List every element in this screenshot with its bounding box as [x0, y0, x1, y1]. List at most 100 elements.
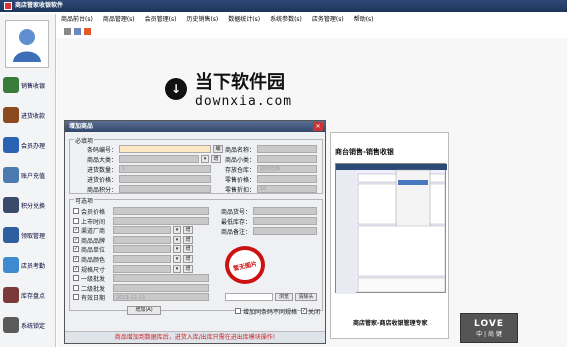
menu-item[interactable]: 店务管理(s): [307, 14, 349, 26]
add-category-button[interactable]: 增: [211, 155, 221, 163]
optional-field-label: 一级批发: [81, 276, 106, 284]
clear-image-button[interactable]: 清除头: [295, 293, 317, 301]
optional-field-input[interactable]: [113, 245, 171, 254]
image-path-field[interactable]: [225, 293, 273, 301]
optional-checkbox[interactable]: [73, 217, 79, 224]
optional-checkbox[interactable]: ✓: [73, 265, 79, 272]
optional-checkbox[interactable]: ✓: [73, 227, 79, 234]
menu-item[interactable]: 会员管理(s): [140, 14, 182, 26]
add-option-button[interactable]: 增: [183, 226, 193, 235]
chevron-down-icon[interactable]: ▾: [201, 155, 209, 163]
optional-field-label: 商品单位: [81, 247, 106, 255]
chevron-down-icon[interactable]: ▾: [173, 255, 181, 263]
required-field-input[interactable]: [257, 155, 317, 163]
sidebar-item-label: 积分兑换: [21, 202, 46, 210]
close-icon[interactable]: ✕: [313, 122, 323, 131]
optional-field-input[interactable]: [113, 216, 209, 225]
same-barcode-label: 增加同条码不同规格: [243, 309, 298, 316]
optional-field-input[interactable]: [113, 264, 171, 273]
barcode-generate-button[interactable]: 编: [213, 145, 223, 153]
menu-item[interactable]: 数据统计(s): [223, 14, 265, 26]
sidebar-item[interactable]: 账户充值: [3, 162, 55, 188]
optional-checkbox[interactable]: [73, 275, 79, 282]
sidebar-item[interactable]: 进货收款: [3, 102, 55, 128]
optional-field-input[interactable]: [253, 227, 317, 235]
shield-icon: [3, 227, 19, 243]
required-field-input[interactable]: [257, 175, 317, 183]
optional-field-input[interactable]: [253, 207, 317, 215]
optional-checkbox[interactable]: ✓: [73, 236, 79, 243]
brand-logo-bottom: 中 | 尚 键: [476, 330, 502, 338]
same-barcode-checkbox[interactable]: [235, 308, 241, 314]
quick-toolbar: [64, 28, 91, 35]
required-field-input[interactable]: [119, 165, 211, 173]
optional-checkbox[interactable]: ✓: [73, 246, 79, 253]
sidebar-item-label: 领取管理: [21, 232, 46, 240]
chevron-down-icon[interactable]: ▾: [173, 264, 181, 273]
required-field-input[interactable]: [119, 145, 211, 153]
sidebar-item-label: 销售收银: [21, 82, 46, 90]
sidebar-item[interactable]: 领取管理: [3, 222, 55, 248]
toolbar-button[interactable]: [84, 28, 91, 35]
required-field-label: 条码编号：: [86, 147, 117, 154]
menu-item[interactable]: 系统参数(s): [265, 14, 307, 26]
optional-field-input[interactable]: [113, 274, 209, 283]
optional-checkbox[interactable]: ✓: [73, 256, 79, 262]
sidebar-item-label: 账户充值: [21, 172, 46, 180]
optional-checkbox[interactable]: [73, 208, 79, 214]
close-after-checkbox[interactable]: ✓: [301, 308, 307, 314]
cash-register-icon: [3, 77, 19, 93]
optional-field-input[interactable]: [113, 226, 171, 235]
browse-button[interactable]: 浏览: [275, 293, 293, 301]
no-image-text: 暂无图片: [232, 260, 258, 272]
required-field-label: 商品大类：: [86, 157, 117, 164]
optional-checkbox[interactable]: [73, 284, 79, 291]
required-field-input[interactable]: [119, 155, 199, 163]
sidebar-item[interactable]: 会员办理: [3, 132, 55, 158]
sidebar-item[interactable]: 销售收银: [3, 72, 55, 98]
toolbar-button[interactable]: [74, 28, 81, 35]
brand-logo: LOVE 中 | 尚 键: [460, 313, 518, 343]
menu-item[interactable]: 商品管理(s): [98, 14, 140, 26]
promo-footer: 商店管家-商店收银管理专家: [353, 320, 428, 327]
add-option-button[interactable]: 增: [183, 235, 193, 244]
menu-item[interactable]: 商品前台(s): [56, 14, 98, 26]
toolbar-button[interactable]: [64, 28, 71, 35]
optional-checkbox[interactable]: [73, 294, 79, 301]
user-avatar[interactable]: [5, 20, 49, 68]
promo-title: 商台销售-销售收银: [335, 148, 394, 156]
optional-field-input[interactable]: [113, 283, 209, 292]
lock-icon: [3, 317, 19, 333]
sidebar-item[interactable]: 店员考勤: [3, 252, 55, 278]
optional-field-input[interactable]: [113, 235, 171, 244]
chevron-down-icon[interactable]: ▾: [173, 245, 181, 254]
add-button[interactable]: 增加(A): [127, 306, 161, 315]
add-option-button[interactable]: 增: [183, 264, 193, 273]
menu-item[interactable]: 帮助(s): [349, 14, 379, 26]
sidebar-item[interactable]: 积分兑换: [3, 192, 55, 218]
optional-field-input[interactable]: [113, 255, 171, 263]
required-field-input[interactable]: [119, 185, 211, 193]
add-option-button[interactable]: 增: [183, 255, 193, 263]
promo-screenshot: [335, 163, 447, 294]
sidebar-item[interactable]: 库存盘点: [3, 282, 55, 308]
discount-value: 10: [260, 186, 267, 192]
add-product-dialog: 增加商品 ✕ 必填项 可选项 暂无图片 浏览 清除头 增加(A) 增加同条码不同规…: [64, 120, 326, 344]
promo-panel: 商台销售-销售收银 商店管家-商店收银管理专家: [330, 132, 449, 339]
sidebar-item-label: 店员考勤: [21, 262, 46, 270]
required-field-label: 进货价格：: [86, 177, 117, 184]
optional-field-input[interactable]: [113, 207, 209, 215]
watermark-en: downxia.com: [195, 94, 293, 109]
watermark: ↓ 当下软件园 downxia.com: [165, 68, 292, 109]
chevron-down-icon[interactable]: ▾: [173, 235, 181, 244]
optional-field-input[interactable]: [253, 217, 317, 225]
sidebar-item[interactable]: 系统锁定: [3, 312, 55, 338]
required-field-input[interactable]: [119, 175, 211, 183]
menu-item[interactable]: 历史销售(s): [181, 14, 223, 26]
add-option-button[interactable]: 增: [183, 245, 193, 254]
chevron-down-icon[interactable]: ▾: [173, 226, 181, 235]
optional-field-label: 上市时间: [81, 218, 106, 226]
required-field-input[interactable]: [257, 145, 317, 153]
optional-field-label: 会员价格: [81, 209, 106, 216]
sidebar: 销售收银进货收款会员办理账户充值积分兑换领取管理店员考勤库存盘点系统锁定: [0, 14, 56, 347]
